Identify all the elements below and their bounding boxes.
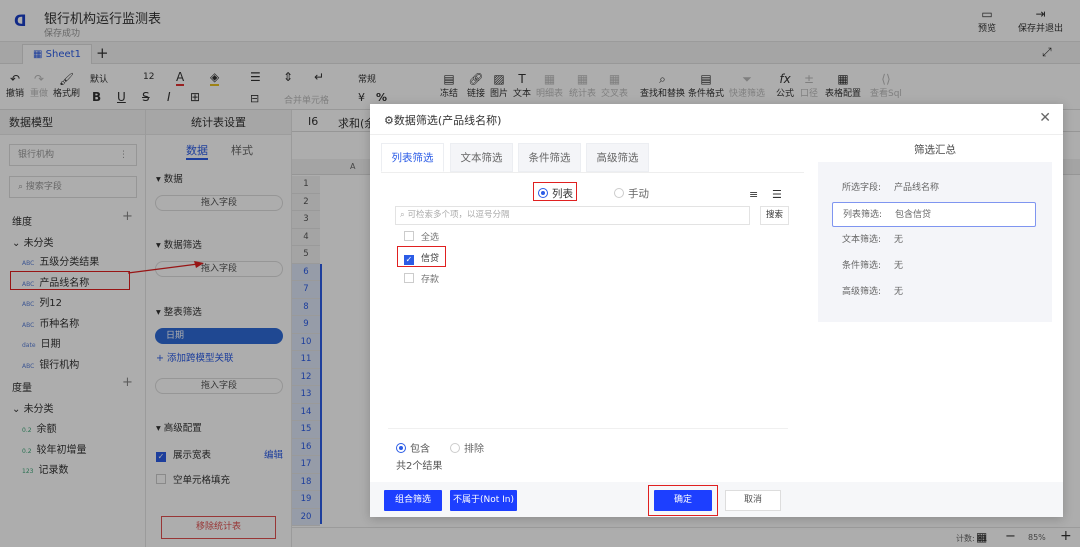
combo-filter-button[interactable]: 组合筛选 bbox=[384, 490, 442, 511]
search-button[interactable]: 搜索 bbox=[760, 206, 789, 225]
exclude-radio[interactable]: 排除 bbox=[450, 440, 484, 455]
data-filter-dialog: ⚙数据筛选(产品线名称) ✕ 列表筛选 文本筛选 条件筛选 高级筛选 列表 手动… bbox=[370, 104, 1063, 517]
summary-row: 列表筛选: 包含信贷 bbox=[832, 202, 1036, 227]
summary-title: 筛选汇总 bbox=[914, 144, 956, 156]
tab-advanced-filter[interactable]: 高级筛选 bbox=[586, 143, 649, 172]
dialog-title: ⚙数据筛选(产品线名称) bbox=[384, 114, 502, 127]
checkbox-icon bbox=[404, 273, 414, 283]
checkbox-icon bbox=[404, 231, 414, 241]
cancel-button[interactable]: 取消 bbox=[725, 490, 781, 511]
filter-summary: 所选字段: 产品线名称列表筛选: 包含信贷文本筛选: 无条件筛选: 无高级筛选: 无 bbox=[818, 162, 1052, 322]
summary-row: 文本筛选: 无 bbox=[842, 235, 904, 245]
option-checkbox[interactable]: 全选 bbox=[404, 230, 439, 243]
highlight-box bbox=[533, 182, 577, 201]
option-search-input[interactable]: ⌕ 可检索多个项，以逗号分隔 bbox=[395, 206, 750, 225]
divider bbox=[370, 134, 1063, 135]
summary-row: 高级筛选: 无 bbox=[842, 287, 904, 297]
radio-icon bbox=[396, 443, 406, 453]
tab-list-filter[interactable]: 列表筛选 bbox=[381, 143, 444, 172]
list-icon[interactable]: ☰ bbox=[772, 188, 782, 201]
divider bbox=[388, 428, 788, 429]
search-icon: ⌕ bbox=[400, 210, 405, 220]
not-in-button[interactable]: 不属于(Not In) bbox=[450, 490, 517, 511]
gear-icon: ⚙ bbox=[384, 114, 394, 127]
result-count: 共2个结果 bbox=[396, 461, 443, 472]
highlight-box bbox=[648, 485, 718, 516]
mode-manual-radio[interactable]: 手动 bbox=[614, 186, 649, 201]
divider bbox=[381, 172, 804, 173]
summary-row: 条件筛选: 无 bbox=[842, 261, 904, 271]
radio-icon bbox=[614, 188, 624, 198]
tab-text-filter[interactable]: 文本筛选 bbox=[450, 143, 513, 172]
option-checkbox[interactable]: 存款 bbox=[404, 272, 439, 285]
tab-condition-filter[interactable]: 条件筛选 bbox=[518, 143, 581, 172]
radio-icon bbox=[450, 443, 460, 453]
dialog-footer: 组合筛选 不属于(Not In) 确定 取消 bbox=[370, 482, 1063, 517]
sort-icon[interactable]: ≡ bbox=[749, 188, 758, 201]
close-icon[interactable]: ✕ bbox=[1039, 110, 1051, 126]
highlight-box bbox=[397, 246, 446, 267]
include-radio[interactable]: 包含 bbox=[396, 440, 430, 455]
summary-row: 所选字段: 产品线名称 bbox=[842, 183, 940, 193]
